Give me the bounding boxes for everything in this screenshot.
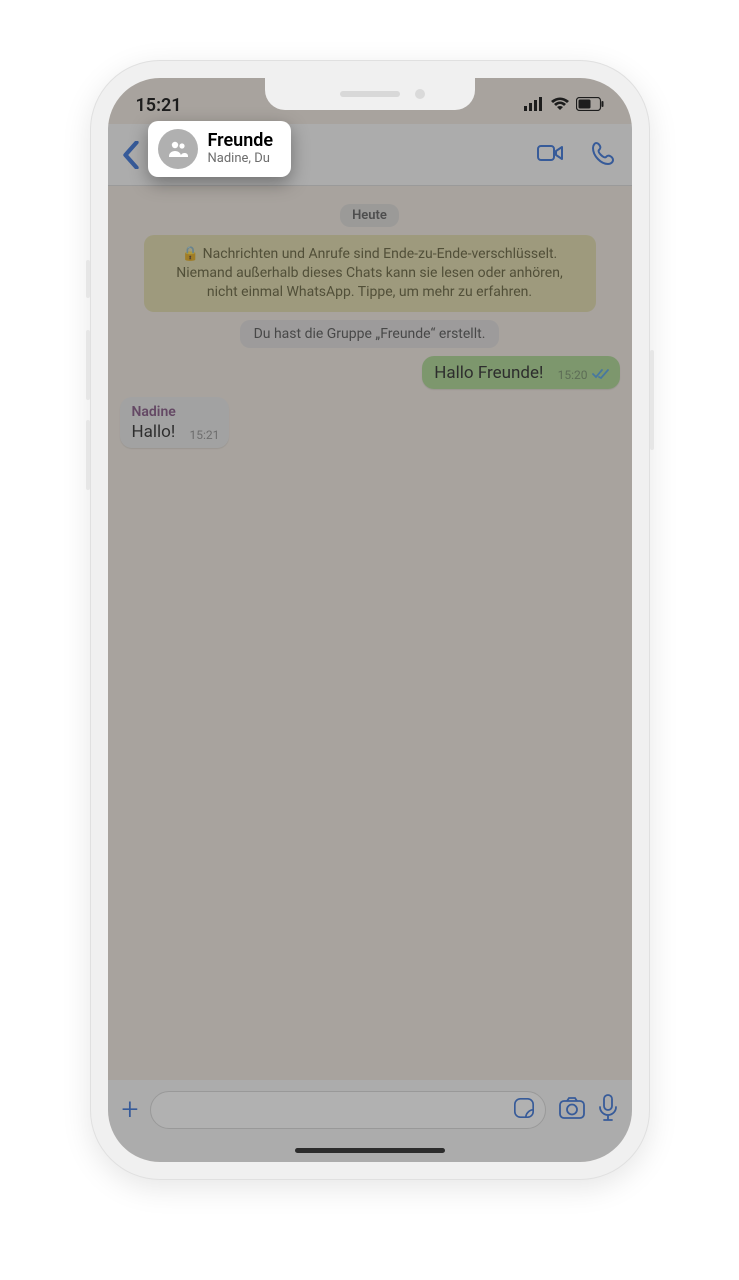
message-text: Hallo! — [132, 422, 176, 442]
home-indicator[interactable] — [295, 1148, 445, 1153]
chat-name: Freunde — [208, 131, 274, 152]
read-receipt-icon — [592, 368, 610, 383]
chat-title-highlight[interactable]: Freunde Nadine, Du — [148, 121, 292, 177]
status-time: 15:21 — [136, 95, 182, 116]
speaker — [340, 91, 400, 97]
camera-button[interactable] — [558, 1096, 586, 1124]
message-row[interactable]: Hallo Freunde! 15:20 — [120, 356, 620, 389]
encryption-notice[interactable]: 🔒 Nachrichten und Anrufe sind Ende-zu-En… — [144, 235, 596, 312]
message-input[interactable] — [150, 1091, 545, 1129]
voice-call-button[interactable] — [590, 139, 618, 171]
system-message: Du hast die Gruppe „Freunde“ erstellt. — [240, 320, 500, 348]
group-avatar — [158, 129, 198, 169]
chat-members: Nadine, Du — [208, 152, 274, 167]
notch — [265, 78, 475, 110]
message-sender: Nadine — [132, 404, 220, 420]
date-divider: Heute — [340, 204, 399, 227]
mic-button[interactable] — [598, 1094, 618, 1126]
battery-icon — [576, 95, 604, 116]
mute-switch — [86, 260, 90, 298]
attach-button[interactable]: + — [122, 1095, 139, 1125]
wifi-icon — [550, 95, 570, 116]
signal-icon — [524, 95, 544, 116]
phone-frame: 15:21 — [90, 60, 650, 1180]
volume-down — [86, 420, 90, 490]
front-camera — [415, 89, 425, 99]
lock-icon: 🔒 — [182, 246, 199, 262]
volume-up — [86, 330, 90, 400]
screen: 15:21 — [108, 78, 632, 1162]
back-button[interactable] — [122, 141, 140, 169]
message-time: 15:20 — [558, 368, 588, 382]
video-call-button[interactable] — [536, 139, 564, 171]
power-button — [650, 350, 654, 450]
message-time: 15:21 — [189, 428, 219, 442]
chat-body[interactable]: Heute 🔒 Nachrichten und Anrufe sind Ende… — [108, 186, 632, 1080]
message-text: Hallo Freunde! — [434, 363, 543, 383]
sticker-icon[interactable] — [513, 1097, 535, 1123]
message-row[interactable]: Nadine Hallo! 15:21 — [120, 397, 620, 448]
